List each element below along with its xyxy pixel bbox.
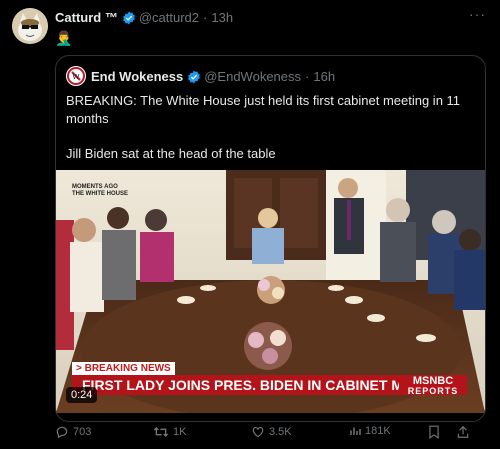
bookmark-icon bbox=[429, 425, 439, 439]
svg-text:W: W bbox=[73, 73, 80, 81]
reply-button[interactable]: 703 bbox=[55, 425, 91, 439]
avatar[interactable] bbox=[12, 8, 48, 44]
quote-avatar[interactable]: W bbox=[66, 66, 86, 86]
quote-verified-badge-icon bbox=[187, 70, 201, 84]
action-bar: 703 1K 3.5K 181K bbox=[55, 425, 475, 439]
breaking-news-label: > BREAKING NEWS bbox=[72, 362, 175, 375]
tweet-time[interactable]: 13h bbox=[211, 10, 233, 25]
views-button[interactable]: 181K bbox=[349, 425, 391, 437]
share-icon bbox=[457, 425, 469, 438]
reply-count: 703 bbox=[73, 426, 92, 438]
network-name: MSNBC bbox=[412, 375, 454, 387]
like-button[interactable]: 3.5K bbox=[251, 425, 292, 439]
quote-text: BREAKING: The White House just held its … bbox=[66, 92, 471, 180]
repost-count: 1K bbox=[173, 426, 187, 438]
author-handle[interactable]: @catturd2 bbox=[139, 10, 199, 25]
quote-separator: · bbox=[305, 69, 310, 84]
quote-text-line-2: Jill Biden sat at the head of the table bbox=[66, 146, 276, 161]
quote-header: End Wokeness @EndWokeness · 16h bbox=[91, 69, 335, 84]
quote-author-name[interactable]: End Wokeness bbox=[91, 69, 183, 84]
quote-author-handle[interactable]: @EndWokeness bbox=[204, 69, 301, 84]
repost-icon bbox=[153, 427, 169, 437]
repost-button[interactable]: 1K bbox=[153, 425, 186, 439]
chyron-headline: FIRST LADY JOINS PRES. BIDEN IN CABINET … bbox=[72, 375, 399, 395]
separator: · bbox=[203, 10, 208, 25]
view-count: 181K bbox=[365, 425, 391, 437]
views-icon bbox=[350, 427, 361, 435]
heart-icon bbox=[252, 427, 264, 438]
network-sub: REPORTS bbox=[407, 386, 459, 396]
tweet-text: 🤦‍♂️ bbox=[55, 30, 73, 46]
like-count: 3.5K bbox=[269, 426, 292, 438]
video-duration: 0:24 bbox=[66, 387, 98, 403]
msnbc-logo: MSNBC REPORTS bbox=[399, 375, 467, 396]
tweet-header: Catturd ™ @catturd2 · 13h bbox=[55, 10, 233, 25]
author-name[interactable]: Catturd ™ bbox=[55, 10, 118, 25]
moments-ago-bug: MOMENTS AGO THE WHITE HOUSE bbox=[72, 184, 129, 197]
bookmark-button[interactable] bbox=[428, 425, 440, 439]
share-button[interactable] bbox=[456, 425, 470, 439]
video-player[interactable]: MOMENTS AGO THE WHITE HOUSE > BREAKING N… bbox=[56, 170, 485, 413]
reply-icon bbox=[56, 426, 68, 439]
more-options-icon[interactable]: ··· bbox=[469, 6, 486, 22]
quote-time[interactable]: 16h bbox=[313, 69, 335, 84]
quoted-tweet[interactable]: W End Wokeness @EndWokeness · 16h BREAKI… bbox=[55, 55, 486, 422]
quote-text-line-1: BREAKING: The White House just held its … bbox=[66, 93, 461, 126]
verified-badge-icon bbox=[122, 11, 136, 25]
